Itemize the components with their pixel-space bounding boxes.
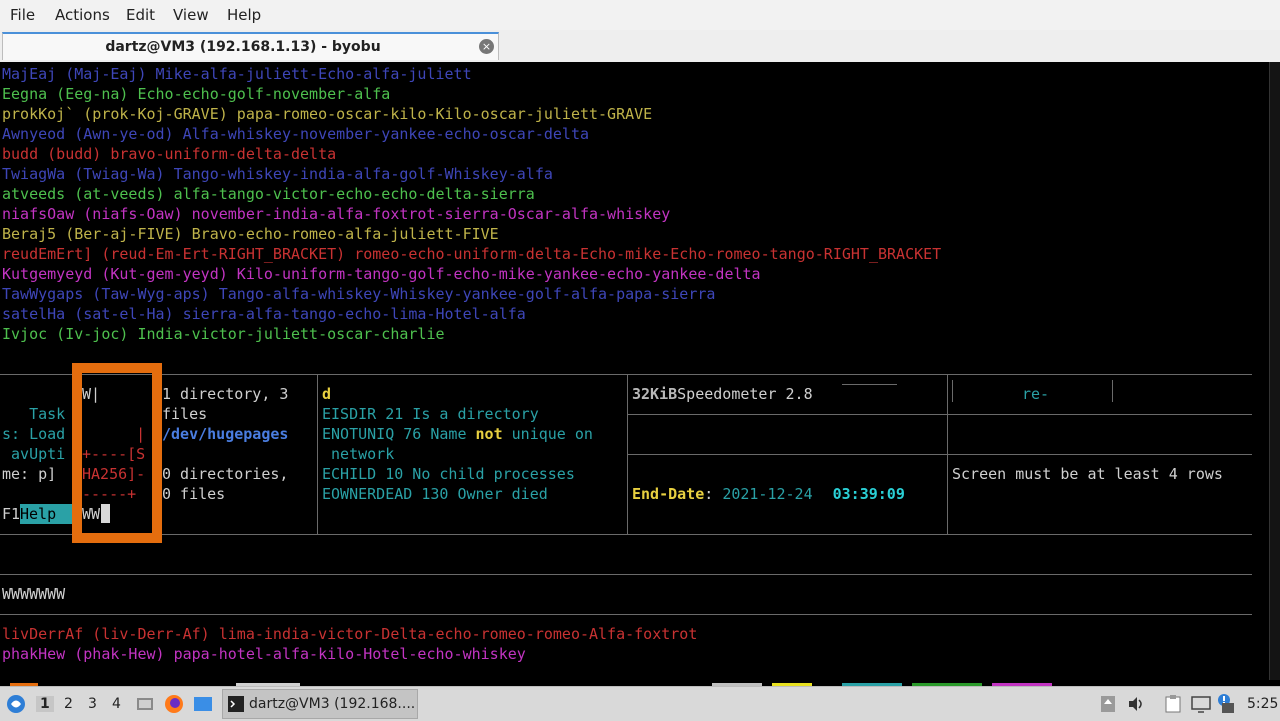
terminal-line: atveeds (at-veeds) alfa-tango-victor-ech… — [2, 185, 535, 203]
menu-file[interactable]: File — [10, 6, 35, 24]
terminal-line: TawWygaps (Taw-Wyg-aps) Tango-alfa-whisk… — [2, 285, 716, 303]
workspace-1[interactable]: 1 — [36, 696, 54, 712]
pane-text: 32KiBSpeedometer 2.8 — [632, 384, 813, 404]
firefox-icon[interactable] — [164, 694, 184, 714]
terminal-tab[interactable]: dartz@VM3 (192.168.1.13) - byobu × — [2, 32, 499, 60]
f1-key-label: F1 — [2, 505, 21, 523]
pane-divider — [628, 414, 1252, 415]
end-time-value: 03:39:09 — [832, 485, 905, 503]
speedometer-label: Speedometer 2.8 — [677, 385, 813, 403]
help-key[interactable]: Help — [20, 504, 72, 524]
pane-divider — [952, 380, 953, 402]
pane-text: ECHILD 10 No child processes — [322, 465, 575, 483]
pane-divider — [0, 374, 1252, 375]
end-date-colon: : — [704, 485, 723, 503]
pane-text: ENOTUNIQ 76 Name not unique on — [322, 424, 593, 444]
terminal-line: Awnyeod (Awn-ye-od) Alfa-whiskey-novembe… — [2, 125, 589, 143]
terminal-line: Kutgemyeyd (Kut-gem-yeyd) Kilo-uniform-t… — [2, 265, 761, 283]
terminal-line: satelHa (sat-el-Ha) sierra-alfa-tango-ec… — [2, 305, 526, 323]
menu-view[interactable]: View — [173, 6, 209, 24]
pane-text: s: Load — [2, 425, 66, 443]
pane-text: Task — [2, 405, 66, 423]
show-desktop-icon[interactable] — [136, 695, 154, 713]
volume-icon[interactable] — [1127, 695, 1145, 713]
taskbar-terminal-label: dartz@VM3 (192.168.... — [249, 696, 416, 712]
pane-text: EISDIR 21 Is a directory — [322, 405, 539, 423]
terminal-line: niafsOaw (niafs-Oaw) november-india-alfa… — [2, 205, 671, 223]
close-tab-icon[interactable]: × — [479, 39, 494, 54]
highlight-box — [72, 363, 162, 543]
pane-text: EOWNERDEAD 130 Owner died — [322, 485, 548, 503]
terminal-icon — [228, 696, 244, 712]
upload-icon[interactable] — [1100, 695, 1116, 713]
pane-divider — [0, 574, 1252, 575]
terminal-line: TwiagWa (Twiag-Wa) Tango-whiskey-india-a… — [2, 165, 553, 183]
pane-text: re- — [1022, 385, 1050, 403]
clipboard-icon[interactable] — [1164, 695, 1182, 713]
terminal-line: Ivjoc (Iv-joc) India-victor-juliett-osca… — [2, 325, 445, 343]
pane-text: 0 directories, — [162, 465, 289, 483]
pane-divider — [1112, 380, 1113, 402]
pane-divider — [317, 374, 318, 534]
pane-text: 0 files — [162, 485, 226, 503]
pane-text: me: p] — [2, 465, 57, 483]
pane-text: avUpti — [2, 445, 66, 463]
screen-icon[interactable] — [1191, 695, 1211, 713]
speed-size: 32KiB — [632, 385, 678, 403]
terminal-line: Beraj5 (Ber-aj-FIVE) Bravo-echo-romeo-al… — [2, 225, 499, 243]
terminal-area[interactable]: MajEaj (Maj-Eaj) Mike-alfa-juliett-Echo-… — [0, 62, 1280, 686]
terminal-line: MajEaj (Maj-Eaj) Mike-alfa-juliett-Echo-… — [2, 65, 472, 83]
menu-help[interactable]: Help — [227, 6, 261, 24]
start-menu-icon[interactable] — [6, 694, 26, 714]
pane-divider — [627, 374, 628, 534]
pane-text: Screen must be at least 4 rows — [952, 465, 1223, 483]
pane-divider — [0, 534, 1252, 535]
menu-actions[interactable]: Actions — [55, 6, 110, 24]
files-icon[interactable] — [193, 695, 213, 713]
workspace-3[interactable]: 3 — [88, 696, 97, 712]
taskbar: 1 2 3 4 dartz@VM3 (192.168.... 5:25 — [0, 686, 1280, 721]
tab-bar: dartz@VM3 (192.168.1.13) - byobu × — [0, 30, 1280, 63]
pane-text: WWWWWWW — [2, 585, 66, 603]
pane-divider — [842, 384, 897, 385]
pane-text: 1 directory, 3 — [162, 385, 289, 403]
clock[interactable]: 5:25 — [1247, 696, 1278, 712]
terminal-scrollbar[interactable] — [1269, 62, 1280, 680]
workspace-4[interactable]: 4 — [112, 696, 121, 712]
taskbar-terminal-button[interactable]: dartz@VM3 (192.168.... — [222, 689, 418, 719]
power-icon[interactable] — [1220, 699, 1236, 715]
pane-text-part: ENOTUNIQ 76 Name — [322, 425, 476, 443]
pane-text: network — [322, 445, 395, 463]
terminal-line: reudEmErt] (reud-Em-Ert-RIGHT_BRACKET) r… — [2, 245, 942, 263]
terminal-line: budd (budd) bravo-uniform-delta-delta — [2, 145, 337, 163]
terminal-line: livDerrAf (liv-Derr-Af) lima-india-victo… — [2, 625, 698, 643]
terminal-line: phakHew (phak-Hew) papa-hotel-alfa-kilo-… — [2, 645, 526, 663]
pane-divider — [0, 614, 1252, 615]
pane-divider — [628, 454, 1252, 455]
pane-text-part: unique on — [502, 425, 593, 443]
end-date-value: 2021-12-24 — [722, 485, 813, 503]
terminal-line: prokKoj` (prok-Koj-GRAVE) papa-romeo-osc… — [2, 105, 653, 123]
end-date-line: End-Date: 2021-12-24 03:39:09 — [632, 484, 905, 504]
tab-title: dartz@VM3 (192.168.1.13) - byobu — [105, 39, 381, 55]
pane-divider — [947, 374, 948, 534]
workspace-2[interactable]: 2 — [64, 696, 73, 712]
pane-text: files — [162, 405, 208, 423]
pane-text: d — [322, 385, 332, 403]
pane-text: /dev/hugepages — [162, 425, 289, 443]
terminal-line: Eegna (Eeg-na) Echo-echo-golf-november-a… — [2, 85, 391, 103]
menu-edit[interactable]: Edit — [126, 6, 155, 24]
end-date-label: End-Date — [632, 485, 705, 503]
menubar: File Actions Edit View Help — [0, 0, 1280, 30]
pane-text-bold: not — [475, 425, 503, 443]
